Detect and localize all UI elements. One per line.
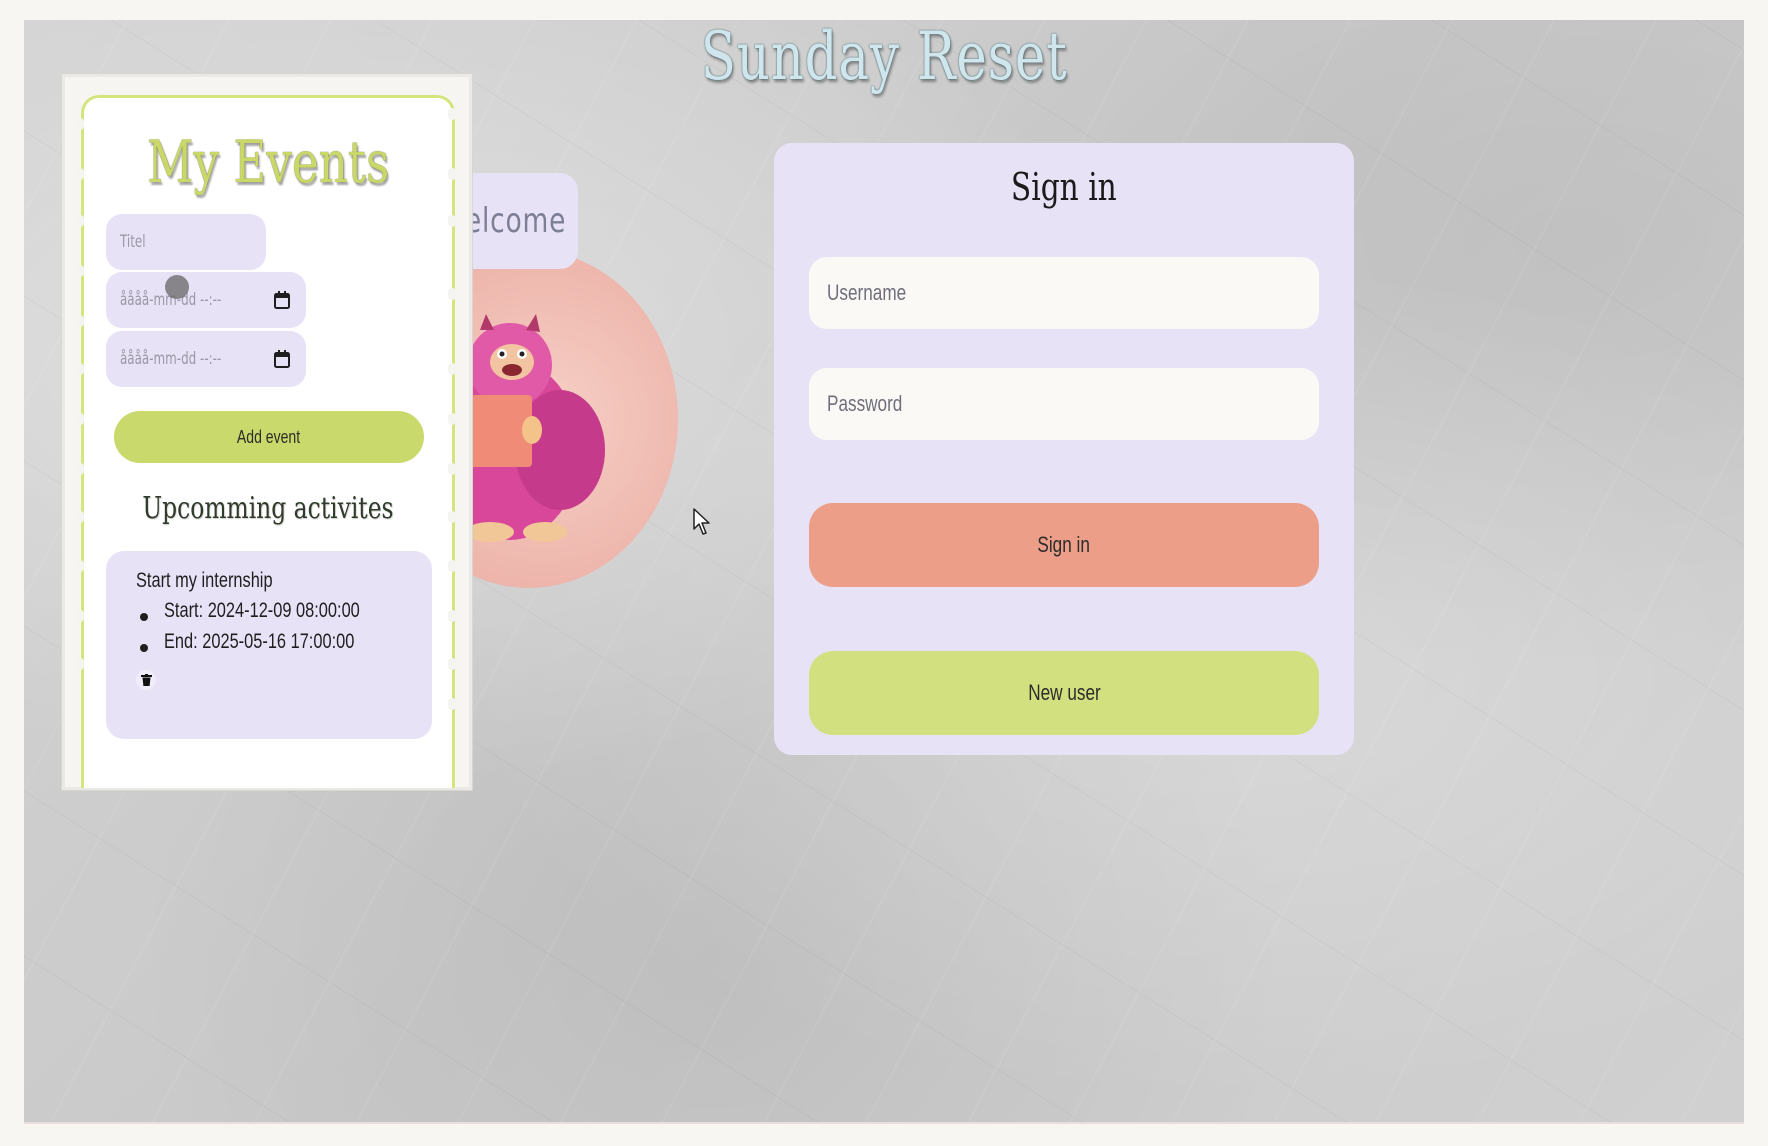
signin-title: Sign in — [1011, 165, 1117, 209]
delete-activity-button[interactable] — [136, 670, 156, 690]
password-input[interactable]: Password — [809, 368, 1319, 440]
activity-card: Start my internship Start: 2024-12-09 08… — [106, 551, 432, 739]
mouse-cursor-icon — [693, 508, 710, 535]
bullet — [140, 644, 148, 652]
activity-end: End: 2025-05-16 17:00:00 — [164, 630, 355, 653]
events-title: My Events — [146, 128, 390, 196]
touch-indicator — [165, 275, 189, 299]
event-end-input[interactable]: åååå-mm-dd --:-- — [106, 331, 306, 387]
event-title-input[interactable]: Titel — [106, 214, 266, 270]
calendar-icon[interactable] — [274, 291, 290, 309]
trash-icon — [140, 674, 152, 686]
new-user-button[interactable]: New user — [809, 651, 1319, 735]
activity-name: Start my internship — [136, 569, 273, 592]
activity-start: Start: 2024-12-09 08:00:00 — [164, 599, 360, 622]
events-card: My Events Titel åååå-mm-dd --:-- åååå-mm… — [76, 95, 456, 788]
calendar-icon[interactable] — [274, 350, 290, 368]
events-window: My Events Titel åååå-mm-dd --:-- åååå-mm… — [62, 74, 472, 790]
signin-button[interactable]: Sign in — [809, 503, 1319, 587]
bullet — [140, 613, 148, 621]
event-start-input[interactable]: åååå-mm-dd --:-- — [106, 272, 306, 328]
signin-card: Sign in Username Password Sign in New us… — [774, 143, 1354, 755]
upcoming-heading: Upcomming activites — [142, 491, 394, 526]
username-input[interactable]: Username — [809, 257, 1319, 329]
add-event-button[interactable]: Add event — [114, 411, 424, 463]
